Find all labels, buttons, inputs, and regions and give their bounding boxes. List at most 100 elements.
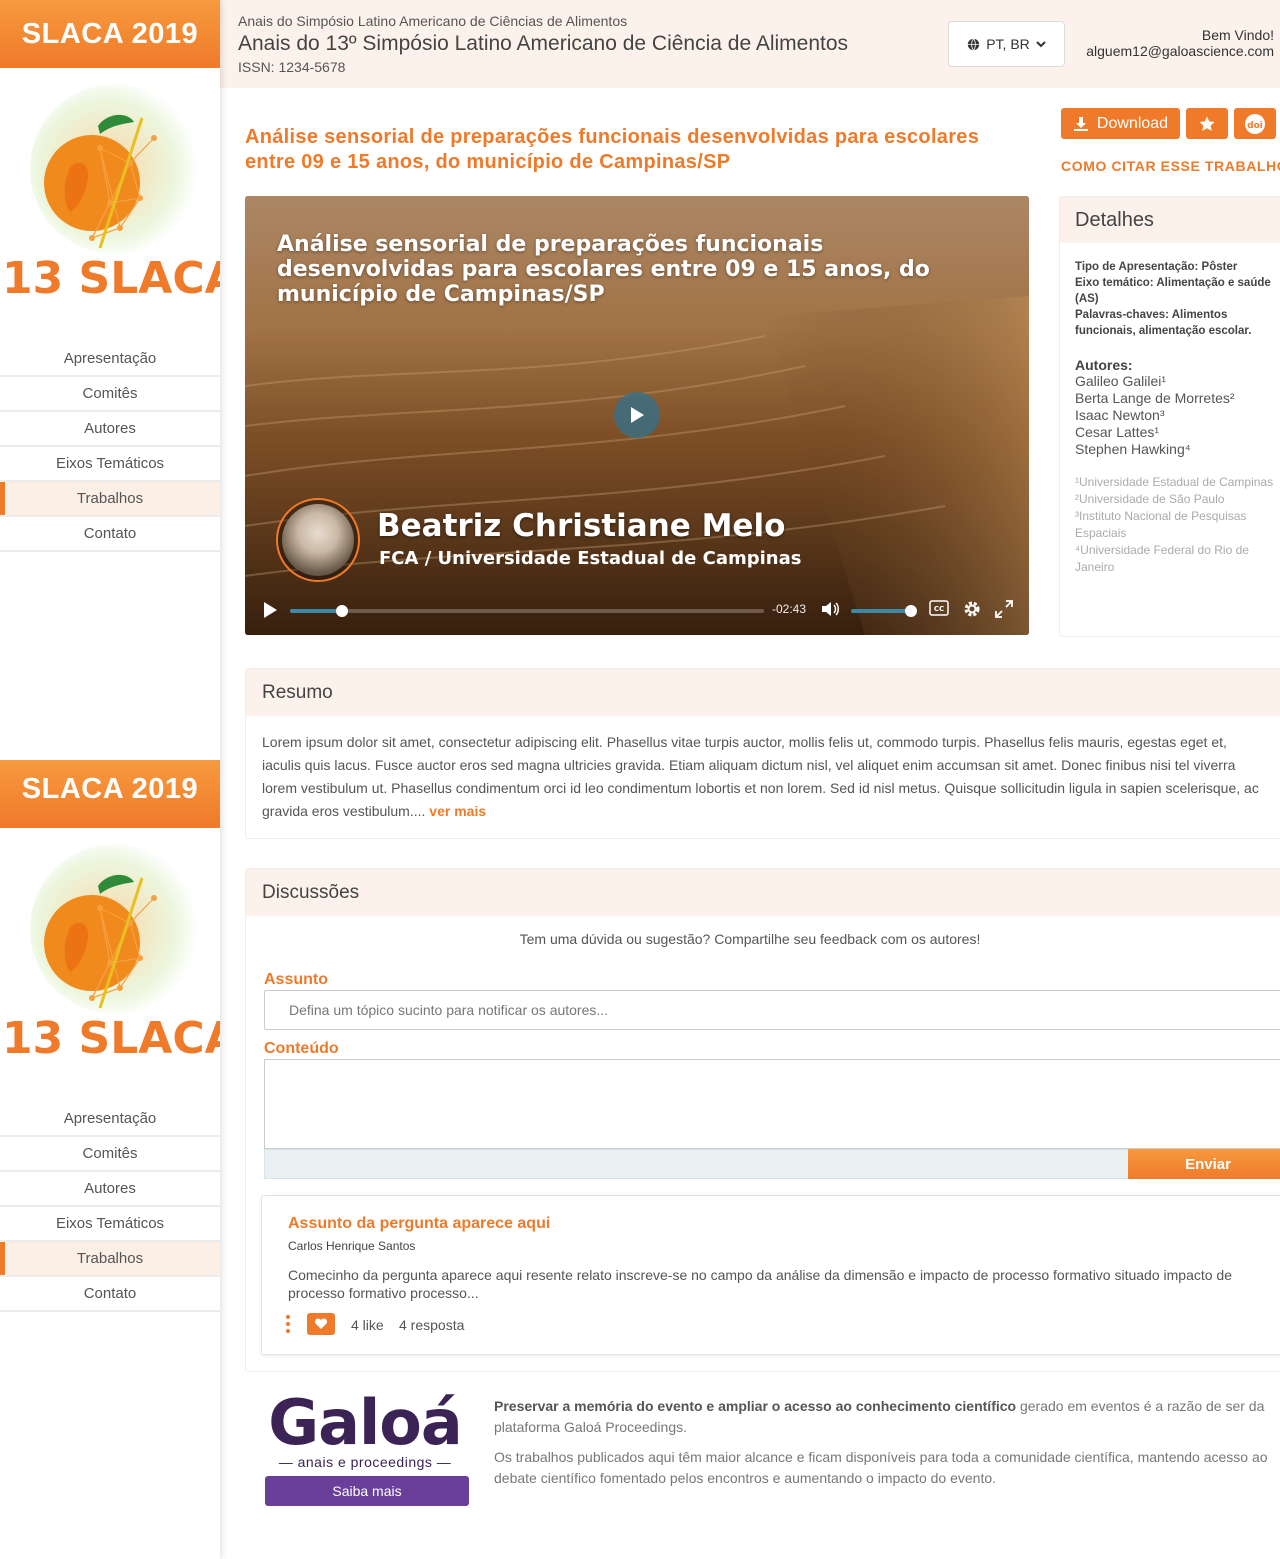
details-panel: Detalhes Tipo de Apresentação: Pôster Ei… [1059,196,1280,637]
more-options-icon[interactable] [286,1315,292,1336]
thematic-axis: Eixo temático: Alimentação e saúde (AS) [1075,277,1271,305]
globe-icon [968,38,980,50]
settings-icon[interactable] [962,599,982,619]
speaker-affiliation: FCA / Universidade Estadual de Campinas [379,548,802,569]
event-name: SLACA 2019 [21,17,199,50]
sidebar: SLACA 2019 13 SLACA Apresentação Comitês… [0,0,220,1559]
sidebar-item-eixos-tematicos[interactable]: Eixos Temáticos [0,1207,220,1242]
send-button[interactable]: Enviar [1128,1149,1280,1179]
discussion-intro: Tem uma dúvida ou sugestão? Compartilhe … [519,931,981,947]
event-name: SLACA 2019 [21,773,199,805]
galoa-tagline: — anais e proceedings — [278,1454,452,1470]
sidebar-item-eixos-tematicos[interactable]: Eixos Temáticos [0,447,220,482]
volume-slider[interactable] [851,605,917,617]
content-label: Conteúdo [264,1040,339,1057]
heart-icon [314,1318,328,1329]
captions-icon[interactable]: CC [929,600,949,616]
star-icon [1199,116,1215,131]
user-info[interactable]: Bem Vindo! alguem12@galoascience.com [1086,27,1274,59]
paper-actions: Download doi [1061,108,1276,139]
event-logo[interactable]: 13 SLACA [0,828,220,1098]
video-player[interactable]: Análise sensorial de preparações funcion… [245,196,1029,635]
affiliation-item: ²Universidade de São Paulo [1075,492,1225,506]
sidebar-header[interactable]: SLACA 2019 [0,760,220,828]
sidebar-nav: Apresentação Comitês Autores Eixos Temát… [0,342,220,552]
sidebar-item-trabalhos[interactable]: Trabalhos [0,482,220,517]
affiliation-item: ⁴Universidade Federal do Rio de Janeiro [1075,543,1249,574]
play-button-large[interactable] [614,392,660,438]
sidebar-item-autores[interactable]: Autores [0,1172,220,1207]
sidebar-item-contato[interactable]: Contato [0,1277,220,1312]
sidebar-block-repeat: SLACA 2019 13 SLACA Apresentação Comitês… [0,760,220,1559]
download-button[interactable]: Download [1061,108,1180,139]
author-item[interactable]: Galileo Galilei¹ [1075,373,1280,390]
abstract-section: Resumo Lorem ipsum dolor sit amet, conse… [245,668,1280,839]
chevron-down-icon [1036,41,1046,48]
question-author: Carlos Henrique Santos [288,1239,416,1253]
breadcrumb[interactable]: Anais do Simpósio Latino Americano de Ci… [238,13,627,29]
sidebar-item-trabalhos[interactable]: Trabalhos [0,1242,220,1277]
learn-more-button[interactable]: Saiba mais [265,1476,469,1506]
author-item[interactable]: Berta Lange de Morretes² [1075,390,1280,407]
authors-list: Galileo Galilei¹ Berta Lange de Morretes… [1060,373,1280,458]
sidebar-nav: Apresentação Comitês Autores Eixos Temát… [0,1102,220,1312]
favorite-button[interactable] [1186,108,1228,139]
sidebar-item-comites[interactable]: Comitês [0,1137,220,1172]
top-header: Anais do Simpósio Latino Americano de Ci… [220,0,1280,88]
sidebar-item-comites[interactable]: Comitês [0,377,220,412]
event-logo[interactable]: 13 SLACA [0,68,220,338]
paper-title: Análise sensorial de preparações funcion… [245,126,980,173]
download-icon [1073,116,1088,131]
discussion-section: Discussões Tem uma dúvida ou sugestão? C… [245,868,1280,1372]
download-label: Download [1096,114,1169,132]
speaker-name: Beatriz Christiane Melo [377,508,786,544]
sidebar-header[interactable]: SLACA 2019 [0,0,220,68]
author-item[interactable]: Cesar Lattes¹ [1075,424,1280,441]
sidebar-block: SLACA 2019 13 SLACA Apresentação Comitês… [0,0,220,800]
fullscreen-icon[interactable] [995,600,1013,618]
subject-label: Assunto [264,971,328,988]
cite-link[interactable]: COMO CITAR ESSE TRABALHO? [1061,158,1280,174]
question-card[interactable]: Assunto da pergunta aparece aqui Carlos … [261,1195,1280,1355]
orange-logo-icon [44,874,157,1009]
time-remaining: -02:43 [772,602,807,616]
volume-icon[interactable] [821,600,841,618]
reply-count[interactable]: 4 resposta [399,1317,464,1333]
read-more-link[interactable]: ver mais [429,803,486,819]
subject-input[interactable]: Defina um tópico sucinto para notificar … [264,990,1280,1030]
sidebar-item-autores[interactable]: Autores [0,412,220,447]
video-controls: -02:43 CC [245,585,1029,635]
doi-button[interactable]: doi [1234,108,1276,139]
discussion-heading: Discussões [246,869,1280,916]
details-heading: Detalhes [1060,197,1280,243]
details-meta: Tipo de Apresentação: Pôster Eixo temáti… [1060,243,1280,339]
doi-icon: doi [1245,113,1265,134]
author-item[interactable]: Isaac Newton³ [1075,407,1280,424]
footer-paragraph-1: Preservar a memória do evento e ampliar … [494,1398,1265,1435]
play-icon [631,407,644,423]
progress-slider[interactable] [290,605,764,617]
content-textarea[interactable] [264,1059,1280,1149]
footer-text: Preservar a memória do evento e ampliar … [494,1396,1280,1489]
welcome-text: Bem Vindo! [1201,27,1274,43]
authors-label: Autores: [1075,357,1133,373]
orange-logo-icon [44,114,157,249]
page: SLACA 2019 13 SLACA Apresentação Comitês… [0,0,1280,1559]
language-selector[interactable]: PT, BR [948,21,1065,67]
like-button[interactable] [307,1313,335,1335]
play-icon[interactable] [262,601,278,619]
footer-paragraph-2: Os trabalhos publicados aqui têm maior a… [494,1449,1268,1486]
sidebar-item-contato[interactable]: Contato [0,517,220,552]
logo-text: 13 SLACA [2,1013,220,1064]
svg-text:doi: doi [1247,121,1263,131]
video-title: Análise sensorial de preparações funcion… [277,232,930,307]
author-item[interactable]: Stephen Hawking⁴ [1075,441,1280,458]
proceedings-title: Anais do 13º Simpósio Latino Americano d… [238,32,849,55]
question-title[interactable]: Assunto da pergunta aparece aqui [288,1215,550,1233]
sidebar-item-apresentacao[interactable]: Apresentação [0,342,220,377]
keywords: Palavras-chaves: Alimentos funcionais, a… [1075,309,1252,337]
abstract-heading: Resumo [246,669,1280,716]
sidebar-item-apresentacao[interactable]: Apresentação [0,1102,220,1137]
affiliation-item: ¹Universidade Estadual de Campinas [1075,475,1274,489]
issn: ISSN: 1234-5678 [238,59,346,75]
